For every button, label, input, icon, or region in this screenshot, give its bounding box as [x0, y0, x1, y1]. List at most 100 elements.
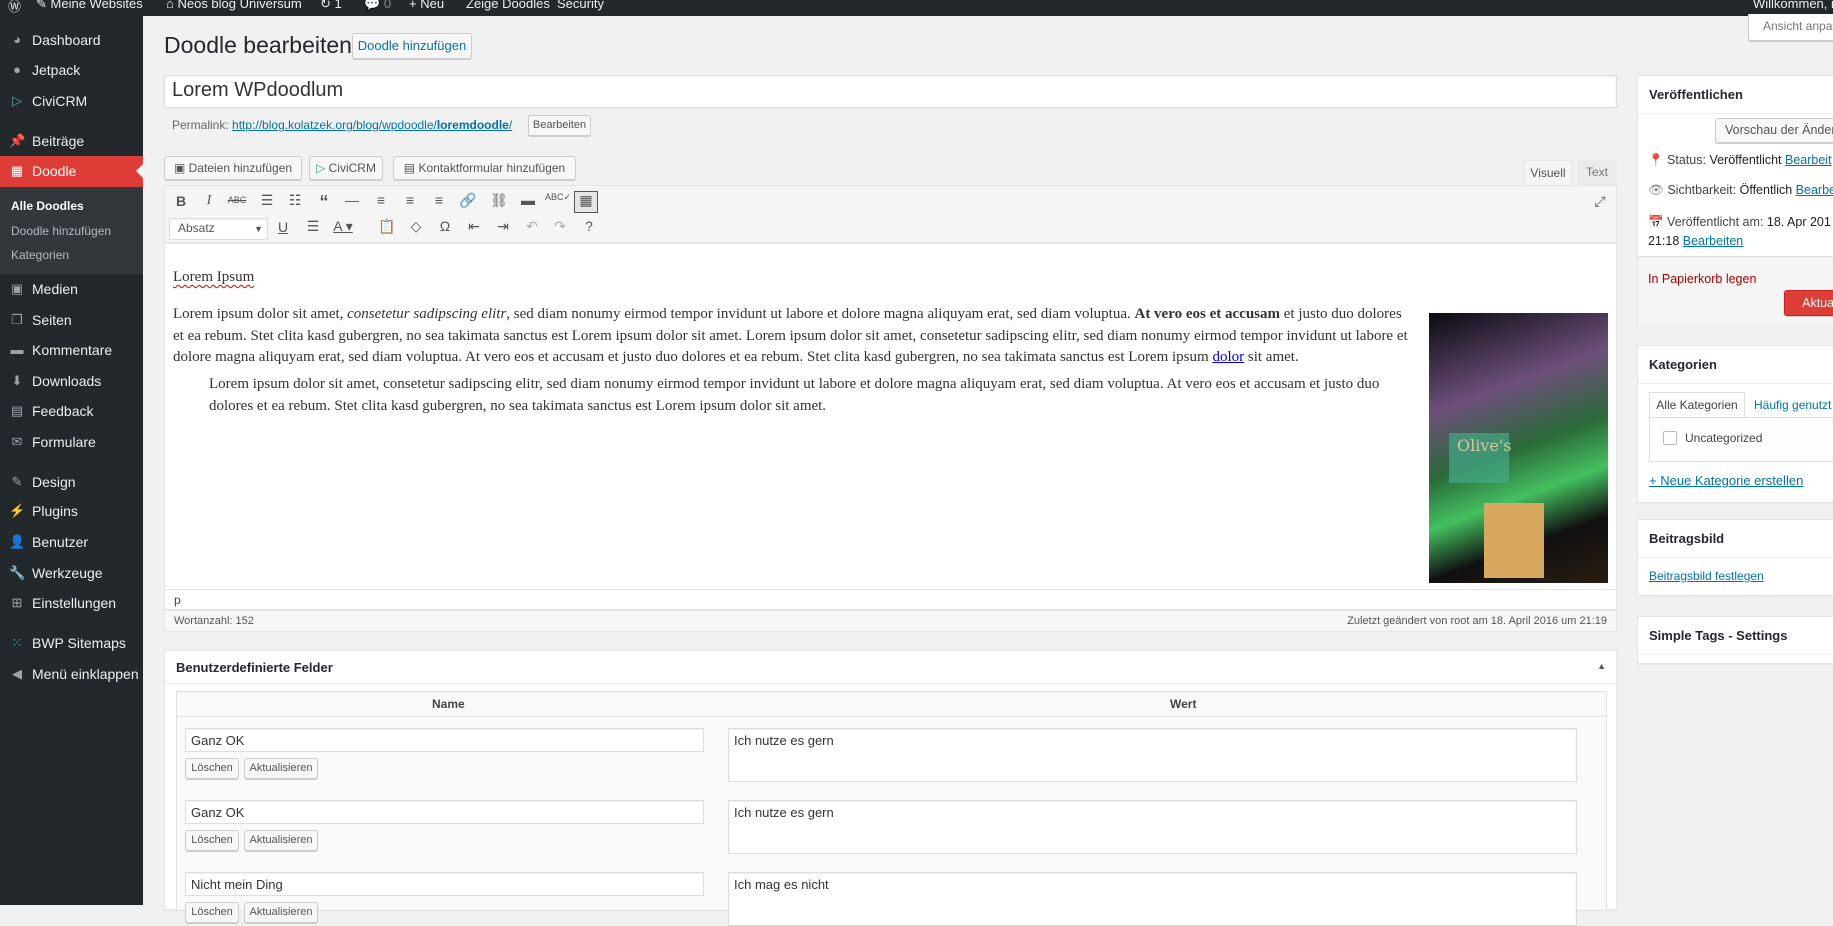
paste-text-icon[interactable]: 📋 — [376, 218, 398, 235]
underline-icon[interactable]: U — [272, 219, 294, 235]
screen-options-button[interactable]: Ansicht anpa — [1748, 14, 1833, 41]
editor-content[interactable]: Lorem Ipsum Lorem ipsum dolor sit amet, … — [164, 243, 1617, 590]
align-right-icon[interactable]: ≡ — [428, 192, 450, 208]
update-button[interactable]: Aktualis — [1784, 290, 1833, 316]
update-button[interactable]: Aktualisieren — [244, 758, 318, 779]
featured-photo[interactable]: Olive's — [1429, 313, 1608, 583]
sidebar-item-forms[interactable]: ✉ Formulare — [0, 427, 143, 457]
collapse-menu-button[interactable]: ◀ Menü einklappen — [0, 659, 143, 689]
admin-bar-security[interactable]: Security — [557, 0, 604, 11]
edit-visibility-link[interactable]: Bearbe — [1796, 183, 1833, 197]
preview-changes-button[interactable]: Vorschau der Änder — [1715, 118, 1833, 143]
admin-bar-view-doodles[interactable]: Zeige Doodles — [466, 0, 550, 11]
align-center-icon[interactable]: ≡ — [399, 192, 421, 208]
outdent-icon[interactable]: ⇤ — [463, 218, 485, 235]
publish-title[interactable]: Veröffentlichen — [1638, 76, 1833, 114]
admin-bar-greeting[interactable]: Willkommen, r — [1753, 0, 1833, 11]
edit-permalink-button[interactable]: Bearbeiten — [528, 115, 591, 136]
wordpress-logo-icon[interactable]: Ⓦ — [8, 0, 21, 15]
toolbar-toggle-icon[interactable]: ▦ — [574, 191, 598, 213]
admin-bar-comments[interactable]: 💬 0 — [364, 0, 391, 12]
delete-button[interactable]: Löschen — [185, 830, 239, 851]
field-value-textarea[interactable]: Ich nutze es gern — [728, 728, 1577, 782]
field-name-input[interactable]: Ganz OK — [185, 728, 704, 752]
sidebar-item-media[interactable]: ▣ Medien — [0, 274, 143, 304]
delete-button[interactable]: Löschen — [185, 902, 239, 923]
sidebar-item-comments[interactable]: ▬ Kommentare — [0, 335, 143, 365]
delete-button[interactable]: Löschen — [185, 758, 239, 779]
edit-date-link[interactable]: Bearbeiten — [1683, 234, 1743, 248]
sidebar-item-plugins[interactable]: ⚡ Plugins — [0, 496, 143, 526]
sidebar-item-jetpack[interactable]: ● Jetpack — [0, 55, 143, 85]
sidebar-item-users[interactable]: 👤 Benutzer — [0, 527, 143, 557]
fullscreen-icon[interactable]: ⤢ — [1589, 193, 1611, 210]
unlink-icon[interactable]: ⛓ — [488, 192, 510, 209]
bullet-list-icon[interactable]: ☰ — [256, 192, 278, 209]
submenu-all-doodles[interactable]: Alle Doodles — [11, 199, 84, 213]
admin-bar-new[interactable]: + Neu — [409, 0, 444, 11]
add-category-link[interactable]: + Neue Kategorie erstellen — [1649, 473, 1803, 488]
simple-tags-title[interactable]: Simple Tags - Settings — [1638, 617, 1833, 655]
set-featured-image-link[interactable]: Beitragsbild festlegen — [1649, 569, 1764, 583]
indent-icon[interactable]: ⇥ — [492, 218, 514, 235]
admin-bar-my-sites[interactable]: ✎ Meine Websites — [36, 0, 143, 12]
collapse-arrow-icon[interactable]: ▲ — [1597, 661, 1606, 671]
undo-icon[interactable]: ↶ — [521, 218, 543, 235]
text-color-icon[interactable]: A ▾ — [332, 218, 354, 235]
special-character-icon[interactable]: Ω — [434, 218, 456, 234]
post-title-input[interactable]: Lorem WPdoodlum — [164, 75, 1617, 108]
add-doodle-button[interactable]: Doodle hinzufügen — [352, 33, 472, 59]
strikethrough-icon[interactable]: ABC — [226, 195, 248, 205]
custom-fields-title[interactable]: Benutzerdefinierte Felder — [165, 651, 1616, 684]
add-media-button[interactable]: ▣ Dateien hinzufügen — [164, 156, 302, 180]
sidebar-item-design[interactable]: ✎ Design — [0, 467, 143, 497]
sidebar-item-tools[interactable]: 🔧 Werkzeuge — [0, 558, 143, 588]
trash-link[interactable]: In Papierkorb legen — [1648, 272, 1756, 286]
sidebar-item-civicrm[interactable]: ▷ CiviCRM — [0, 86, 143, 116]
spellcheck-icon[interactable]: ABC✓ — [545, 192, 571, 203]
blockquote-icon[interactable]: “ — [313, 192, 335, 213]
sidebar-item-bwp-sitemaps[interactable]: ⁙ BWP Sitemaps — [0, 628, 143, 658]
sidebar-item-settings[interactable]: ⊞ Einstellungen — [0, 588, 143, 618]
contact-form-button[interactable]: ▤ Kontaktformular hinzufügen — [393, 156, 576, 180]
submenu-add-doodle[interactable]: Doodle hinzufügen — [11, 224, 111, 238]
permalink-link[interactable]: http://blog.kolatzek.org/blog/wpdoodle/l… — [232, 118, 512, 132]
category-checkbox[interactable] — [1663, 431, 1677, 445]
align-left-icon[interactable]: ≡ — [370, 192, 392, 208]
sidebar-item-dashboard[interactable]: ◕ Dashboard — [0, 25, 143, 55]
help-icon[interactable]: ? — [578, 218, 600, 234]
civicrm-button[interactable]: ▷ CiviCRM — [309, 156, 383, 180]
sidebar-item-doodle[interactable]: ▦ Doodle — [0, 156, 143, 187]
horizontal-rule-icon[interactable]: — — [341, 192, 363, 208]
update-button[interactable]: Aktualisieren — [244, 830, 318, 851]
sidebar-item-feedback[interactable]: ▤ Feedback — [0, 396, 143, 426]
field-value-textarea[interactable]: Ich mag es nicht — [728, 872, 1577, 926]
tab-popular-categories[interactable]: Häufig genutzt — [1754, 392, 1831, 418]
italic-icon[interactable]: I — [198, 193, 220, 209]
tab-text[interactable]: Text — [1577, 160, 1617, 185]
redo-icon[interactable]: ↷ — [549, 218, 571, 235]
numbered-list-icon[interactable]: ☷ — [284, 192, 306, 209]
link-icon[interactable]: 🔗 — [457, 192, 479, 209]
sidebar-item-downloads[interactable]: ⬇ Downloads — [0, 366, 143, 396]
featured-image-title[interactable]: Beitragsbild — [1638, 520, 1833, 558]
bold-icon[interactable]: B — [170, 193, 192, 209]
admin-bar-updates[interactable]: ↻ 1 — [320, 0, 342, 12]
admin-bar-site[interactable]: ⌂ Neos blog Universum — [166, 0, 302, 11]
tab-all-categories[interactable]: Alle Kategorien — [1649, 392, 1745, 418]
field-name-input[interactable]: Ganz OK — [185, 800, 704, 824]
submenu-categories[interactable]: Kategorien — [11, 248, 69, 262]
edit-status-link[interactable]: Bearbeit — [1785, 153, 1832, 167]
format-select[interactable]: Absatz ▼ — [169, 218, 268, 240]
read-more-icon[interactable]: ▬ — [517, 192, 539, 208]
tab-visual[interactable]: Visuell — [1524, 160, 1572, 185]
clear-formatting-icon[interactable]: ◇ — [405, 218, 427, 235]
content-link[interactable]: dolor — [1212, 349, 1244, 365]
update-button[interactable]: Aktualisieren — [244, 902, 318, 923]
categories-title[interactable]: Kategorien — [1638, 346, 1833, 384]
sidebar-item-posts[interactable]: 📌 Beiträge — [0, 126, 143, 156]
field-value-textarea[interactable]: Ich nutze es gern — [728, 800, 1577, 854]
sidebar-item-pages[interactable]: ❐ Seiten — [0, 305, 143, 335]
justify-icon[interactable]: ☰ — [302, 218, 324, 235]
field-name-input[interactable]: Nicht mein Ding — [185, 872, 704, 896]
